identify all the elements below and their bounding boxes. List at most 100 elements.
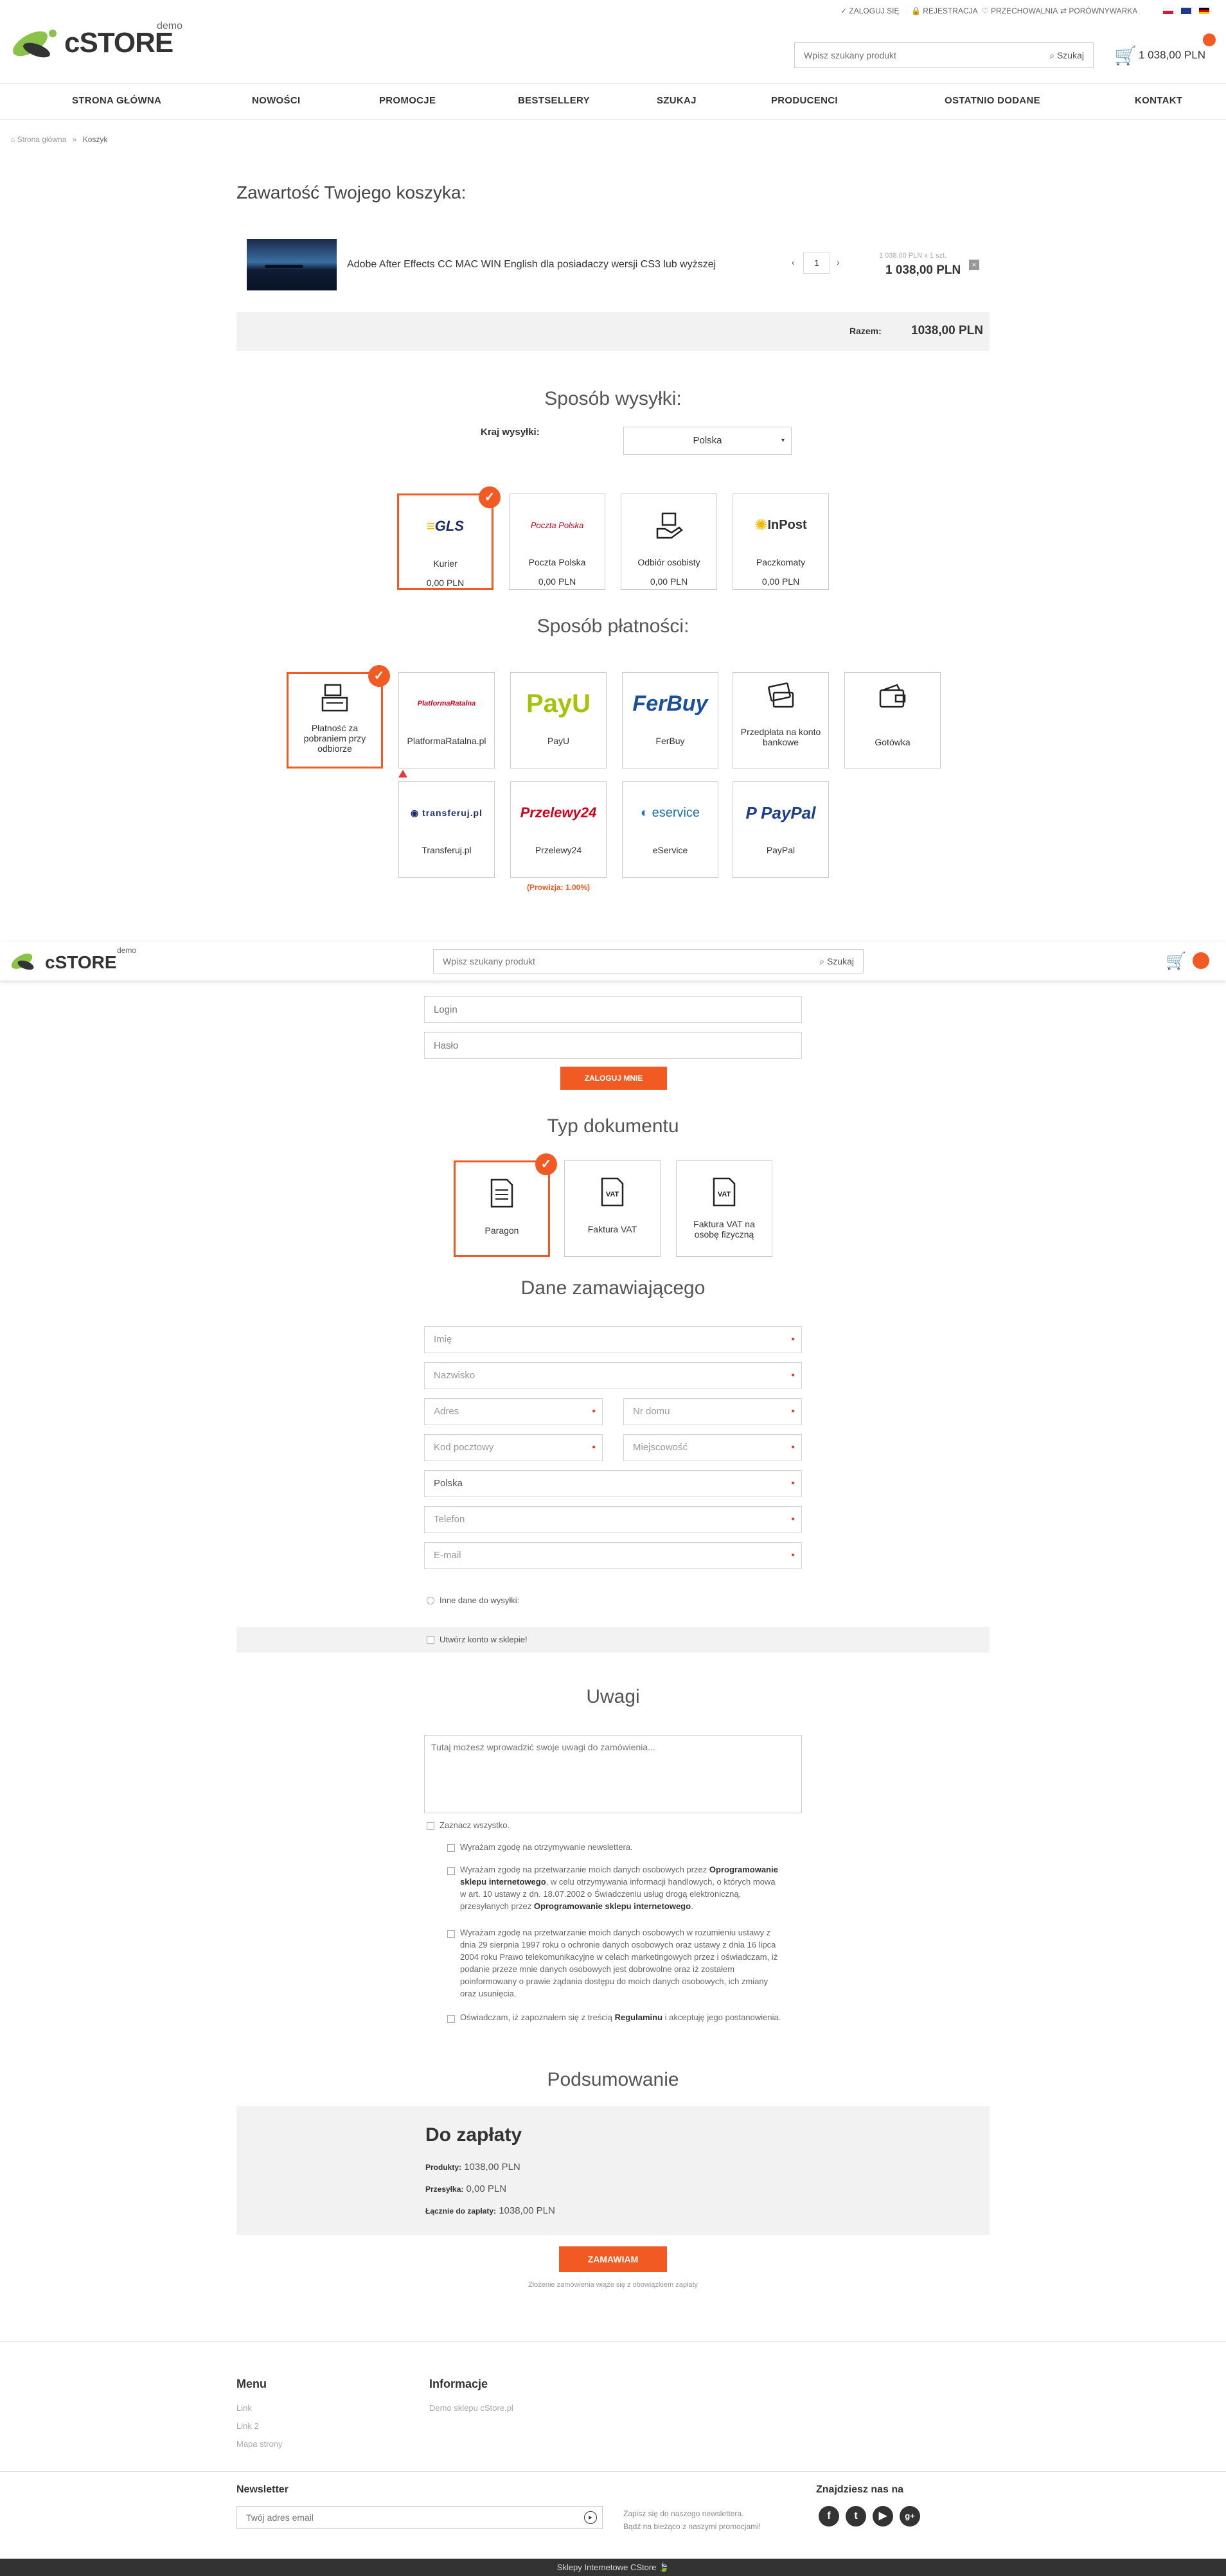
order-button[interactable]: ZAMAWIAM xyxy=(559,2246,667,2272)
footer-link[interactable]: Link xyxy=(236,2403,252,2413)
payment-option-przelewy24[interactable]: Przelewy24 Przelewy24 xyxy=(510,781,607,878)
document-option-receipt[interactable]: Paragon ✓ xyxy=(454,1153,557,1257)
create-account-checkbox[interactable] xyxy=(427,1636,434,1644)
marketing-consent-checkbox[interactable] xyxy=(447,1867,455,1875)
nav-producers[interactable]: PRODUCENCI xyxy=(771,95,838,106)
payment-option-cod[interactable]: Płatność za pobraniem przy odbiorze ✓ xyxy=(287,665,390,768)
login-input[interactable] xyxy=(424,996,802,1023)
nav-recently-added[interactable]: OSTATNIO DODANE xyxy=(945,95,1040,106)
vat-document-icon: VAT xyxy=(677,1173,772,1211)
terms-link[interactable]: Regulaminu xyxy=(615,2012,662,2022)
shipping-option-pickup[interactable]: Odbiór osobisty 0,00 PLN xyxy=(621,493,717,590)
qty-decrease-button[interactable]: ‹ xyxy=(792,257,795,267)
flag-pl-icon[interactable] xyxy=(1163,8,1173,14)
newsletter-title: Newsletter xyxy=(236,2484,289,2495)
payment-option-bank-transfer[interactable]: Przedpłata na konto bankowe xyxy=(733,672,829,768)
document-option-label: Paragon xyxy=(484,1225,519,1236)
sticky-cart-icon[interactable]: 🛒 xyxy=(1166,951,1186,971)
sticky-search-input[interactable] xyxy=(434,950,806,973)
vat-document-icon: VAT xyxy=(565,1173,660,1211)
shipping-option-courier[interactable]: ≡GLS Kurier 0,00 PLN ✓ xyxy=(397,486,501,590)
shipping-option-poczta[interactable]: Poczta Polska Poczta Polska 0,00 PLN xyxy=(509,493,605,590)
data-processing-consent-text: Wyrażam zgodę na przetwarzanie moich dan… xyxy=(460,1928,778,1998)
flag-de-icon[interactable] xyxy=(1199,8,1209,14)
cart-count-badge xyxy=(1203,33,1216,46)
notes-textarea[interactable] xyxy=(424,1735,802,1813)
payment-option-transferuj[interactable]: ◉ transferuj.pl Transferuj.pl xyxy=(398,781,495,878)
postcode-placeholder: Kod pocztowy xyxy=(434,1442,494,1453)
poczta-polska-logo: Poczta Polska xyxy=(530,520,584,530)
cash-register-icon xyxy=(289,679,381,718)
address-field[interactable]: Adres • xyxy=(424,1398,603,1425)
last-name-field[interactable]: Nazwisko • xyxy=(424,1362,802,1389)
facebook-icon[interactable]: f xyxy=(819,2506,839,2527)
footer-demo-link[interactable]: Demo sklepu cStore.pl xyxy=(429,2403,513,2413)
postcode-field[interactable]: Kod pocztowy • xyxy=(424,1434,603,1461)
email-field[interactable]: E-mail • xyxy=(424,1542,802,1569)
cart-total[interactable]: 1 038,00 PLN xyxy=(1139,49,1205,62)
first-name-field[interactable]: Imię • xyxy=(424,1326,802,1353)
country-select[interactable]: Polska ▾ xyxy=(623,427,792,455)
other-shipping-radio[interactable] xyxy=(427,1597,434,1604)
newsletter-consent-checkbox[interactable] xyxy=(447,1844,455,1852)
footer-link-2[interactable]: Link 2 xyxy=(236,2421,259,2431)
flag-en-icon[interactable] xyxy=(1181,8,1191,14)
document-option-vat-person[interactable]: VAT Faktura VAT na osobę fizyczną xyxy=(676,1160,772,1257)
nav-new[interactable]: NOWOŚCI xyxy=(252,95,300,106)
data-processing-consent-checkbox[interactable] xyxy=(447,1930,455,1938)
footer-bottom-text[interactable]: Sklepy Internetowe CStore xyxy=(557,2563,657,2572)
logo[interactable]: cSTORE demo xyxy=(8,19,182,67)
password-input[interactable] xyxy=(424,1032,802,1059)
footer-sitemap-link[interactable]: Mapa strony xyxy=(236,2439,283,2449)
nav-home[interactable]: STRONA GŁÓWNA xyxy=(72,95,161,106)
search-button[interactable]: ⌕ Szukaj xyxy=(1049,50,1084,61)
country-field[interactable]: Polska • xyxy=(424,1470,802,1497)
consent-company-name: Oprogramowanie sklepu internetowego xyxy=(533,1901,691,1911)
google-plus-icon[interactable]: g+ xyxy=(900,2506,920,2527)
payment-option-platformaratalna[interactable]: PlatformaRatalna PlatformaRatalna.pl xyxy=(398,672,495,768)
nav-search[interactable]: SZUKAJ xyxy=(657,95,697,106)
nav-promotions[interactable]: PROMOCJE xyxy=(379,95,436,106)
shipping-option-inpost[interactable]: ✺ InPost Paczkomaty 0,00 PLN xyxy=(733,493,829,590)
house-number-field[interactable]: Nr domu • xyxy=(623,1398,802,1425)
nav-bestsellers[interactable]: BESTSELLERY xyxy=(518,95,590,106)
twitter-icon[interactable]: t xyxy=(846,2506,866,2527)
nav-contact[interactable]: KONTAKT xyxy=(1135,95,1182,106)
required-mark: • xyxy=(592,1442,596,1453)
footer-info-title: Informacje xyxy=(429,2377,488,2390)
cart-icon[interactable]: 🛒 xyxy=(1114,45,1137,66)
footer-divider xyxy=(0,2341,1226,2342)
payment-option-cash[interactable]: Gotówka xyxy=(844,672,941,768)
payment-option-eservice[interactable]: ◐ eservice eService xyxy=(622,781,718,878)
qty-input[interactable]: 1 xyxy=(803,252,830,274)
login-button[interactable]: ZALOGUJ MNIE xyxy=(560,1067,667,1090)
shipping-option-price: 0,00 PLN xyxy=(426,578,465,588)
newsletter-email-input[interactable] xyxy=(237,2507,571,2528)
remove-item-icon[interactable]: × xyxy=(969,260,979,270)
phone-field[interactable]: Telefon • xyxy=(424,1506,802,1533)
breadcrumb-home[interactable]: Strona główna xyxy=(17,135,67,144)
register-link[interactable]: 🔒 REJESTRACJA xyxy=(911,6,978,15)
sticky-search-button[interactable]: ⌕ Szukaj xyxy=(819,956,854,967)
arrow-right-icon[interactable]: ▸ xyxy=(584,2511,597,2524)
select-all-checkbox[interactable] xyxy=(427,1822,434,1830)
payment-option-paypal[interactable]: P PayPal PayPal xyxy=(733,781,829,878)
login-link[interactable]: ✓ ZALOGUJ SIĘ xyxy=(840,6,899,15)
wishlist-link[interactable]: ♡ PRZECHOWALNIA xyxy=(982,6,1058,15)
newsletter-consent-text: Wyrażam zgodę na otrzymywanie newsletter… xyxy=(460,1842,633,1852)
youtube-icon[interactable]: ▶ xyxy=(873,2506,893,2527)
qty-increase-button[interactable]: › xyxy=(837,257,840,267)
compare-link[interactable]: ⇄ PORÓWNYWARKA xyxy=(1060,6,1137,15)
document-option-vat-invoice[interactable]: VAT Faktura VAT xyxy=(564,1160,661,1257)
summary-products-row: Produkty: 1038,00 PLN xyxy=(425,2162,520,2172)
logo-demo: demo xyxy=(157,21,183,31)
payment-option-ferbuy[interactable]: FerBuy FerBuy xyxy=(622,672,718,768)
product-thumbnail[interactable] xyxy=(247,239,337,290)
payment-option-payu[interactable]: PayU PayU xyxy=(510,672,607,768)
search-input[interactable] xyxy=(795,43,1033,67)
terms-consent-checkbox[interactable] xyxy=(447,2015,455,2023)
city-field[interactable]: Miejscowość • xyxy=(623,1434,802,1461)
payment-option-label: Przelewy24 xyxy=(535,845,582,855)
product-name[interactable]: Adobe After Effects CC MAC WIN English d… xyxy=(347,259,716,271)
sticky-logo[interactable]: cSTORE demo xyxy=(8,946,136,977)
